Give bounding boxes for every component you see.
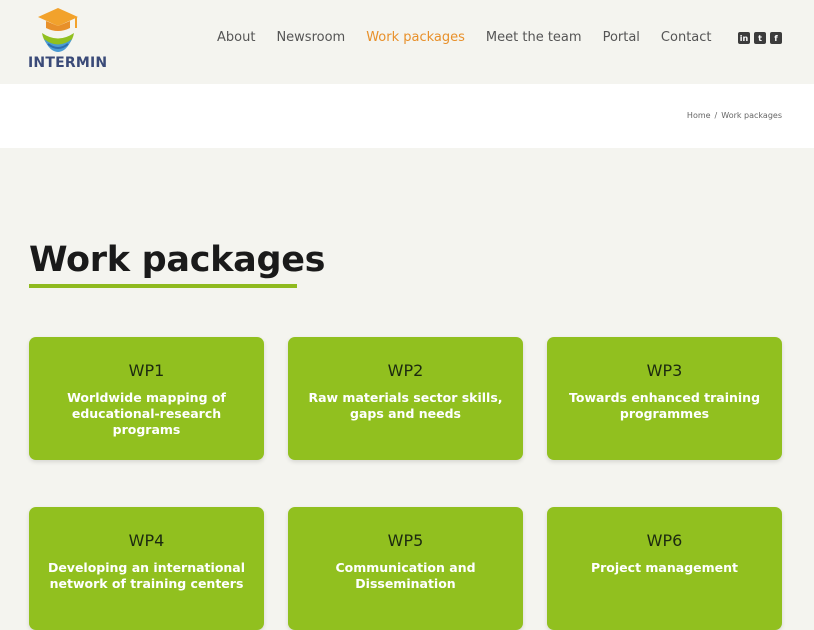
card-title: Worldwide mapping of educational-researc… [67, 390, 226, 437]
card-code: WP1 [128, 361, 165, 380]
nav-item-portal[interactable]: Portal [592, 30, 650, 45]
card-title: Raw materials sector skills, gaps and ne… [308, 390, 503, 421]
work-package-card-wp2[interactable]: WP2 Raw materials sector skills, gaps an… [288, 337, 523, 460]
work-package-card-wp3[interactable]: WP3 Towards enhanced training programmes [547, 337, 782, 460]
card-title: Developing an international network of t… [47, 560, 246, 591]
social-links: in t f [738, 32, 782, 44]
nav-item-meet-the-team[interactable]: Meet the team [475, 30, 592, 45]
work-package-card-wp6[interactable]: WP6 Project management [547, 507, 782, 630]
breadcrumb-home-link[interactable]: Home [687, 111, 711, 120]
card-code: WP6 [646, 531, 683, 550]
logo[interactable]: INTERMIN [28, 6, 108, 72]
main-nav: About Newsroom Work packages Meet the te… [207, 30, 723, 45]
work-package-card-wp5[interactable]: WP5 Communication and Dissemination [288, 507, 523, 630]
card-code: WP3 [646, 361, 683, 380]
breadcrumb: Home / Work packages [687, 111, 782, 120]
nav-item-work-packages[interactable]: Work packages [356, 30, 476, 45]
card-code: WP4 [128, 531, 165, 550]
card-code: WP2 [387, 361, 424, 380]
work-package-card-wp1[interactable]: WP1 Worldwide mapping of educational-res… [29, 337, 264, 460]
nav-item-about[interactable]: About [207, 30, 266, 45]
breadcrumb-separator: / [714, 111, 718, 120]
graduation-cap-logo-icon [38, 8, 78, 52]
card-title: Communication and Dissemination [335, 560, 476, 591]
card-title: Project management [590, 560, 738, 575]
brand-name: INTERMIN [28, 55, 108, 71]
breadcrumb-current: Work packages [721, 111, 782, 120]
page-title: Work packages [29, 240, 326, 280]
nav-item-contact[interactable]: Contact [650, 30, 722, 45]
breadcrumb-bar: Home / Work packages [0, 84, 814, 148]
nav-item-newsroom[interactable]: Newsroom [266, 30, 356, 45]
card-code: WP5 [387, 531, 424, 550]
card-title: Towards enhanced training programmes [568, 390, 761, 421]
work-package-card-wp4[interactable]: WP4 Developing an international network … [29, 507, 264, 630]
facebook-icon[interactable]: f [770, 32, 782, 44]
title-underline [29, 284, 297, 288]
linkedin-icon[interactable]: in [738, 32, 750, 44]
site-header: INTERMIN About Newsroom Work packages Me… [0, 0, 814, 84]
twitter-icon[interactable]: t [754, 32, 766, 44]
